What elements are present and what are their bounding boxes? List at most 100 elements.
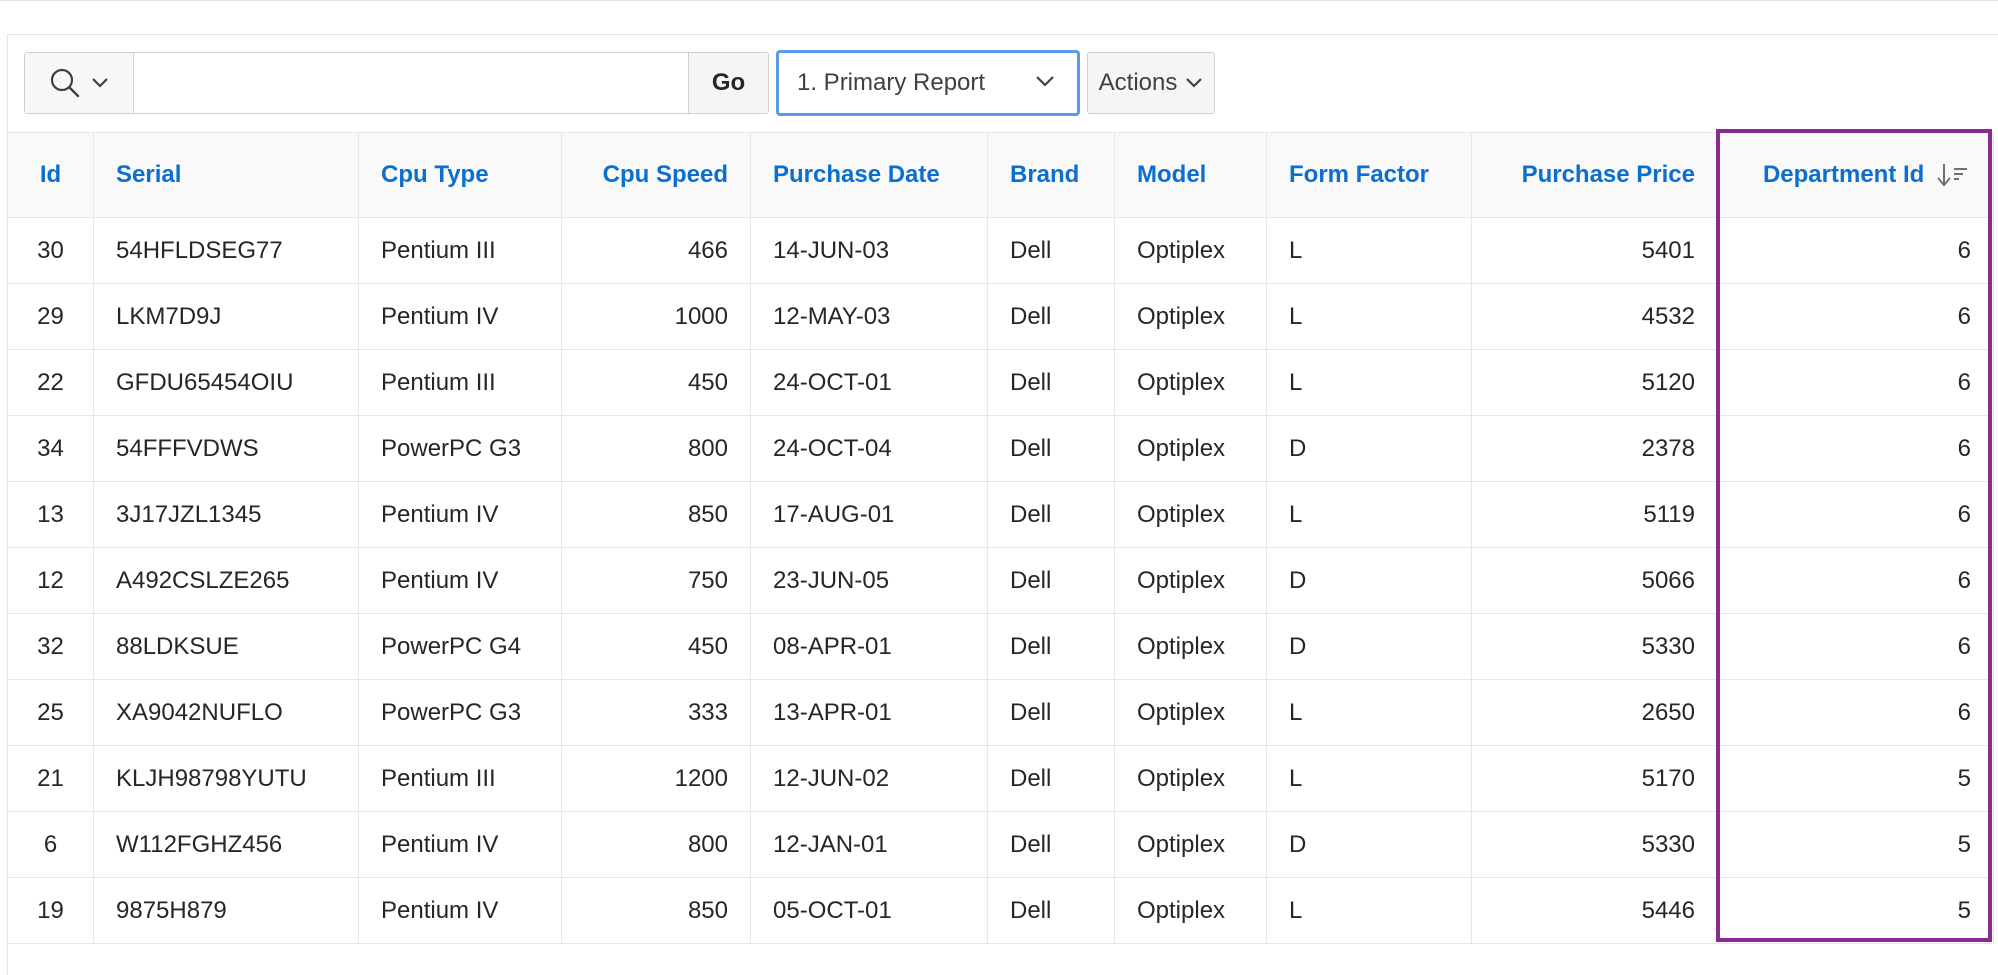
cell-form-factor: D [1266, 811, 1472, 878]
cell-cpu-speed: 800 [561, 811, 751, 878]
table-row: 19 9875H879 Pentium IV 850 05-OCT-01 Dell Opti… [7, 877, 1994, 944]
cell-purchase-price: 2378 [1471, 415, 1718, 482]
cell-id: 21 [7, 745, 94, 812]
cell-department-id: 6 [1717, 283, 1994, 350]
cell-model: Optiplex [1114, 613, 1267, 680]
column-header-department-id[interactable]: Department Id [1717, 132, 1994, 218]
cell-cpu-speed: 466 [561, 217, 751, 284]
report-select[interactable]: 1. Primary Report [776, 50, 1080, 116]
cell-department-id: 5 [1717, 811, 1994, 878]
table-row: 21 KLJH98798YUTU Pentium III 1200 12-JUN-02 D… [7, 745, 1994, 812]
cell-brand: Dell [987, 613, 1115, 680]
cell-purchase-date: 24-OCT-04 [750, 415, 988, 482]
search-column-menu-button[interactable] [25, 53, 134, 113]
cell-serial: KLJH98798YUTU [93, 745, 359, 812]
column-header-cpu-type[interactable]: Cpu Type [358, 132, 562, 218]
cell-purchase-date: 13-APR-01 [750, 679, 988, 746]
cell-purchase-price: 5330 [1471, 811, 1718, 878]
cell-form-factor: L [1266, 679, 1472, 746]
cell-serial: A492CSLZE265 [93, 547, 359, 614]
column-header-purchase-date[interactable]: Purchase Date [750, 132, 988, 218]
cell-serial: 3J17JZL1345 [93, 481, 359, 548]
cell-id: 32 [7, 613, 94, 680]
cell-id: 19 [7, 877, 94, 944]
cell-cpu-speed: 450 [561, 613, 751, 680]
cell-brand: Dell [987, 349, 1115, 416]
cell-purchase-date: 05-OCT-01 [750, 877, 988, 944]
cell-purchase-price: 5119 [1471, 481, 1718, 548]
cell-serial: GFDU65454OIU [93, 349, 359, 416]
cell-purchase-date: 12-JUN-02 [750, 745, 988, 812]
cell-purchase-price: 5401 [1471, 217, 1718, 284]
column-header-serial[interactable]: Serial [93, 132, 359, 218]
cell-cpu-type: Pentium III [358, 745, 562, 812]
cell-model: Optiplex [1114, 415, 1267, 482]
cell-department-id: 6 [1717, 613, 1994, 680]
cell-brand: Dell [987, 415, 1115, 482]
cell-id: 12 [7, 547, 94, 614]
cell-purchase-date: 23-JUN-05 [750, 547, 988, 614]
cell-form-factor: L [1266, 745, 1472, 812]
cell-model: Optiplex [1114, 877, 1267, 944]
table-row: 34 54FFFVDWS PowerPC G3 800 24-OCT-04 Dell Opt… [7, 415, 1994, 482]
cell-cpu-type: Pentium IV [358, 481, 562, 548]
cell-model: Optiplex [1114, 679, 1267, 746]
cell-cpu-speed: 800 [561, 415, 751, 482]
top-divider [0, 0, 1998, 1]
column-header-purchase-price[interactable]: Purchase Price [1471, 132, 1718, 218]
report-table: Id Serial Cpu Type Cpu Speed Purchase Da… [7, 132, 1994, 944]
cell-cpu-speed: 850 [561, 481, 751, 548]
cell-id: 6 [7, 811, 94, 878]
cell-form-factor: D [1266, 415, 1472, 482]
cell-cpu-type: Pentium III [358, 217, 562, 284]
cell-serial: 88LDKSUE [93, 613, 359, 680]
actions-menu-button[interactable]: Actions [1087, 52, 1215, 114]
cell-serial: 9875H879 [93, 877, 359, 944]
cell-form-factor: D [1266, 613, 1472, 680]
cell-cpu-type: PowerPC G4 [358, 613, 562, 680]
cell-serial: 54FFFVDWS [93, 415, 359, 482]
cell-id: 30 [7, 217, 94, 284]
go-button[interactable]: Go [688, 53, 768, 113]
cell-model: Optiplex [1114, 745, 1267, 812]
cell-brand: Dell [987, 283, 1115, 350]
cell-purchase-price: 5330 [1471, 613, 1718, 680]
cell-brand: Dell [987, 745, 1115, 812]
cell-brand: Dell [987, 679, 1115, 746]
table-row: 32 88LDKSUE PowerPC G4 450 08-APR-01 Dell Opti… [7, 613, 1994, 680]
column-header-brand[interactable]: Brand [987, 132, 1115, 218]
chevron-down-icon [92, 78, 108, 88]
cell-department-id: 6 [1717, 217, 1994, 284]
cell-cpu-type: Pentium IV [358, 877, 562, 944]
cell-form-factor: L [1266, 481, 1472, 548]
cell-purchase-date: 24-OCT-01 [750, 349, 988, 416]
cell-id: 25 [7, 679, 94, 746]
cell-form-factor: L [1266, 217, 1472, 284]
table-row: 22 GFDU65454OIU Pentium III 450 24-OCT-01 Del… [7, 349, 1994, 416]
cell-department-id: 5 [1717, 745, 1994, 812]
cell-purchase-date: 17-AUG-01 [750, 481, 988, 548]
table-header-row: Id Serial Cpu Type Cpu Speed Purchase Da… [7, 132, 1994, 218]
cell-cpu-speed: 750 [561, 547, 751, 614]
cell-purchase-price: 5170 [1471, 745, 1718, 812]
cell-serial: 54HFLDSEG77 [93, 217, 359, 284]
column-header-model[interactable]: Model [1114, 132, 1267, 218]
cell-purchase-date: 14-JUN-03 [750, 217, 988, 284]
cell-purchase-price: 5120 [1471, 349, 1718, 416]
cell-cpu-speed: 850 [561, 877, 751, 944]
search-input[interactable] [134, 53, 688, 113]
cell-department-id: 6 [1717, 547, 1994, 614]
cell-purchase-date: 08-APR-01 [750, 613, 988, 680]
report-select-value: 1. Primary Report [797, 69, 986, 96]
cell-model: Optiplex [1114, 283, 1267, 350]
column-header-id[interactable]: Id [7, 132, 94, 218]
cell-cpu-type: PowerPC G3 [358, 679, 562, 746]
column-header-cpu-speed[interactable]: Cpu Speed [561, 132, 751, 218]
cell-department-id: 6 [1717, 349, 1994, 416]
cell-cpu-type: PowerPC G3 [358, 415, 562, 482]
column-header-form-factor[interactable]: Form Factor [1266, 132, 1472, 218]
table-row: 6 W112FGHZ456 Pentium IV 800 12-JAN-01 Dell Op… [7, 811, 1994, 878]
cell-serial: LKM7D9J [93, 283, 359, 350]
cell-department-id: 6 [1717, 415, 1994, 482]
cell-purchase-price: 5446 [1471, 877, 1718, 944]
